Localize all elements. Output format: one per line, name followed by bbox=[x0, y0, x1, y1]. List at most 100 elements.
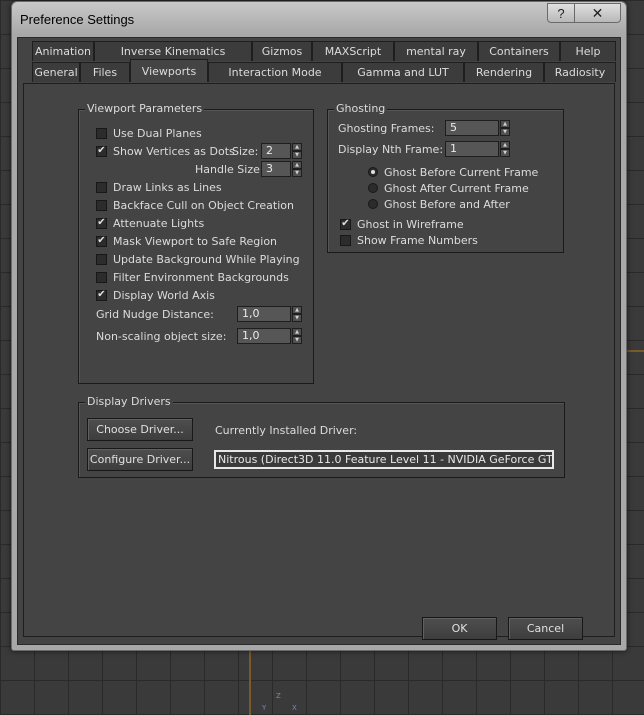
grid-nudge-spinner[interactable]: 1,0 ▲ ▼ bbox=[237, 306, 302, 322]
ghost-in-wireframe-checkbox[interactable]: ✔ Ghost in Wireframe bbox=[340, 217, 464, 231]
close-button[interactable]: ✕ bbox=[575, 3, 621, 23]
handle-size-spinner[interactable]: 3 ▲ ▼ bbox=[261, 161, 302, 177]
ok-button[interactable]: OK bbox=[422, 617, 497, 640]
spin-down-icon[interactable]: ▼ bbox=[292, 151, 302, 159]
spin-up-icon[interactable]: ▲ bbox=[292, 306, 302, 314]
tab-radiosity[interactable]: Radiosity bbox=[544, 62, 616, 82]
cancel-button[interactable]: Cancel bbox=[508, 617, 583, 640]
grid-nudge-spinner-arrows[interactable]: ▲ ▼ bbox=[292, 306, 302, 322]
axis-x-label: X bbox=[292, 704, 297, 712]
radio-label: Ghost After Current Frame bbox=[384, 181, 529, 195]
ghosting-frames-spinner-arrows[interactable]: ▲ ▼ bbox=[500, 120, 510, 136]
title-bar[interactable]: Preference Settings ? ✕ bbox=[12, 2, 626, 34]
spin-down-icon[interactable]: ▼ bbox=[292, 314, 302, 322]
show-frame-numbers-checkbox[interactable]: Show Frame Numbers bbox=[340, 233, 478, 247]
use-dual-planes-checkbox[interactable]: Use Dual Planes bbox=[96, 126, 202, 140]
attenuate-lights-checkbox[interactable]: ✔ Attenuate Lights bbox=[96, 216, 204, 230]
radio-button[interactable] bbox=[368, 199, 378, 209]
size-label: Size: bbox=[232, 145, 259, 158]
display-nth-frame-spinner-arrows[interactable]: ▲ ▼ bbox=[500, 141, 510, 157]
spin-up-icon[interactable]: ▲ bbox=[500, 141, 510, 149]
viewport-axis-line bbox=[249, 650, 251, 715]
checkbox-box[interactable]: ✔ bbox=[340, 218, 351, 230]
tab-inverse-kinematics[interactable]: Inverse Kinematics bbox=[94, 41, 252, 61]
spin-up-icon[interactable]: ▲ bbox=[292, 328, 302, 336]
preference-settings-window: Preference Settings ? ✕ Animation Invers… bbox=[11, 1, 627, 651]
checkbox-box[interactable] bbox=[96, 253, 107, 265]
tab-mental-ray[interactable]: mental ray bbox=[394, 41, 478, 61]
radio-button[interactable] bbox=[368, 167, 378, 177]
current-driver-field: Nitrous (Direct3D 11.0 Feature Level 11 … bbox=[214, 450, 554, 469]
ghosting-frames-label: Ghosting Frames: bbox=[338, 122, 435, 135]
checkbox-box[interactable] bbox=[96, 199, 107, 211]
configure-driver-button[interactable]: Configure Driver... bbox=[87, 448, 193, 471]
ghost-before-radio[interactable]: Ghost Before Current Frame bbox=[368, 165, 538, 179]
non-scaling-input[interactable]: 1,0 bbox=[237, 328, 291, 344]
non-scaling-spinner[interactable]: 1,0 ▲ ▼ bbox=[237, 328, 302, 344]
checkbox-box[interactable]: ✔ bbox=[96, 217, 107, 229]
checkbox-label: Mask Viewport to Safe Region bbox=[113, 234, 278, 248]
mask-viewport-checkbox[interactable]: ✔ Mask Viewport to Safe Region bbox=[96, 234, 277, 248]
currently-installed-driver-label: Currently Installed Driver: bbox=[215, 424, 358, 437]
spin-down-icon[interactable]: ▼ bbox=[500, 128, 510, 136]
ghosting-title: Ghosting bbox=[334, 102, 388, 115]
spin-up-icon[interactable]: ▲ bbox=[292, 143, 302, 151]
checkbox-box[interactable]: ✔ bbox=[96, 145, 107, 157]
show-vertices-as-dots-checkbox[interactable]: ✔ Show Vertices as Dots bbox=[96, 144, 235, 158]
grid-nudge-label: Grid Nudge Distance: bbox=[96, 308, 214, 321]
checkbox-label: Filter Environment Backgrounds bbox=[113, 270, 289, 284]
grid-nudge-input[interactable]: 1,0 bbox=[237, 306, 291, 322]
size-spinner[interactable]: 2 ▲ ▼ bbox=[261, 143, 302, 159]
window-title: Preference Settings bbox=[20, 12, 135, 27]
radio-button[interactable] bbox=[368, 183, 378, 193]
ghost-before-after-radio[interactable]: Ghost Before and After bbox=[368, 197, 510, 211]
spin-down-icon[interactable]: ▼ bbox=[500, 149, 510, 157]
draw-links-as-lines-checkbox[interactable]: Draw Links as Lines bbox=[96, 180, 222, 194]
checkbox-box[interactable] bbox=[96, 181, 107, 193]
checkbox-box[interactable] bbox=[96, 271, 107, 283]
backface-cull-checkbox[interactable]: Backface Cull on Object Creation bbox=[96, 198, 294, 212]
handle-size-spinner-arrows[interactable]: ▲ ▼ bbox=[292, 161, 302, 177]
checkbox-label: Use Dual Planes bbox=[113, 126, 202, 140]
tab-rendering[interactable]: Rendering bbox=[464, 62, 544, 82]
display-nth-frame-spinner[interactable]: 1 ▲ ▼ bbox=[445, 141, 510, 157]
choose-driver-button[interactable]: Choose Driver... bbox=[87, 418, 193, 441]
checkbox-box[interactable]: ✔ bbox=[96, 235, 107, 247]
ghosting-frames-spinner[interactable]: 5 ▲ ▼ bbox=[445, 120, 510, 136]
checkbox-label: Show Frame Numbers bbox=[357, 233, 478, 247]
tab-files[interactable]: Files bbox=[80, 62, 130, 82]
tab-maxscript[interactable]: MAXScript bbox=[312, 41, 394, 61]
spin-up-icon[interactable]: ▲ bbox=[500, 120, 510, 128]
tab-general[interactable]: General bbox=[32, 62, 80, 82]
checkbox-label: Attenuate Lights bbox=[113, 216, 205, 230]
spin-down-icon[interactable]: ▼ bbox=[292, 336, 302, 344]
tab-help[interactable]: Help bbox=[560, 41, 616, 61]
tab-containers[interactable]: Containers bbox=[478, 41, 560, 61]
ghosting-frames-input[interactable]: 5 bbox=[445, 120, 499, 136]
display-nth-frame-input[interactable]: 1 bbox=[445, 141, 499, 157]
help-button[interactable]: ? bbox=[547, 3, 575, 23]
display-nth-frame-label: Display Nth Frame: bbox=[338, 143, 444, 156]
viewport-parameters-group: Viewport Parameters Use Dual Planes ✔ Sh… bbox=[78, 102, 314, 384]
tab-animation[interactable]: Animation bbox=[32, 41, 94, 61]
tab-interaction-mode[interactable]: Interaction Mode bbox=[208, 62, 342, 82]
size-input[interactable]: 2 bbox=[261, 143, 291, 159]
checkbox-box[interactable] bbox=[96, 127, 107, 139]
ghost-after-radio[interactable]: Ghost After Current Frame bbox=[368, 181, 529, 195]
tab-gamma-and-lut[interactable]: Gamma and LUT bbox=[342, 62, 464, 82]
checkbox-box[interactable] bbox=[340, 234, 351, 246]
size-spinner-arrows[interactable]: ▲ ▼ bbox=[292, 143, 302, 159]
filter-env-backgrounds-checkbox[interactable]: Filter Environment Backgrounds bbox=[96, 270, 289, 284]
checkbox-box[interactable]: ✔ bbox=[96, 289, 107, 301]
spin-down-icon[interactable]: ▼ bbox=[292, 169, 302, 177]
non-scaling-spinner-arrows[interactable]: ▲ ▼ bbox=[292, 328, 302, 344]
handle-size-input[interactable]: 3 bbox=[261, 161, 291, 177]
display-world-axis-checkbox[interactable]: ✔ Display World Axis bbox=[96, 288, 215, 302]
spin-up-icon[interactable]: ▲ bbox=[292, 161, 302, 169]
tab-gizmos[interactable]: Gizmos bbox=[252, 41, 312, 61]
dialog-client-area: Animation Inverse Kinematics Gizmos MAXS… bbox=[17, 37, 621, 645]
radio-label: Ghost Before Current Frame bbox=[384, 165, 539, 179]
checkbox-label: Update Background While Playing bbox=[113, 252, 300, 266]
tab-viewports[interactable]: Viewports bbox=[130, 59, 208, 82]
update-background-checkbox[interactable]: Update Background While Playing bbox=[96, 252, 300, 266]
